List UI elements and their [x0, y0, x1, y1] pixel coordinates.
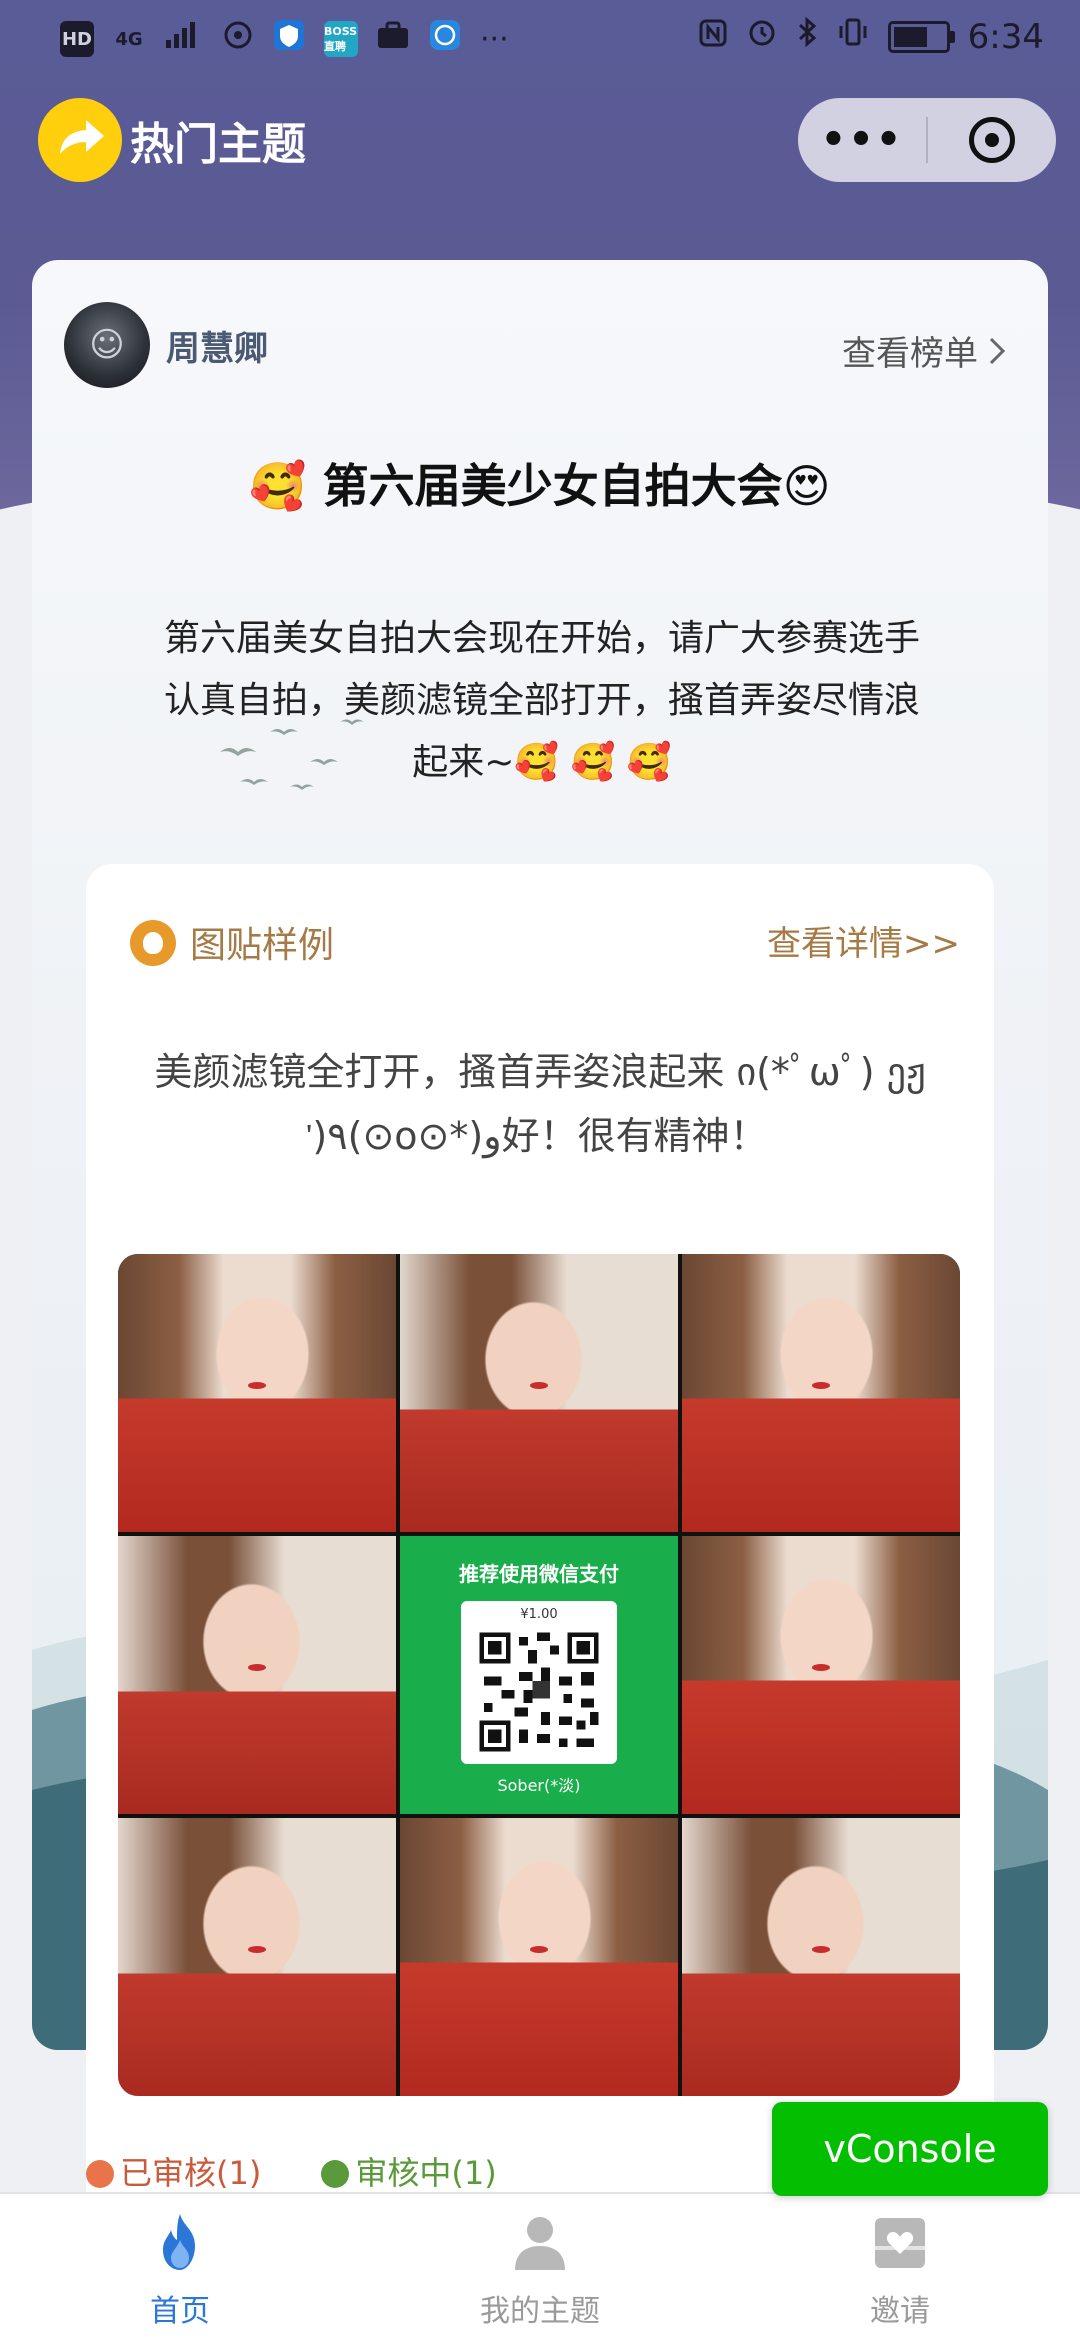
tab-invite-label: 邀请	[870, 2294, 930, 2329]
battery-icon	[887, 20, 955, 53]
orange-icon	[130, 920, 176, 966]
qr-title: 推荐使用微信支付	[459, 1562, 619, 1586]
sample-text: 美颜滤镜全打开，搔首弄姿浪起来 ი(*ﾟωﾟ) ეჟ ᡃ)٩(⊙o⊙*)و好！很…	[154, 1050, 926, 1158]
nfc-icon	[698, 17, 728, 57]
reviewing-label: 审核中(1)	[355, 2154, 497, 2192]
tab-home[interactable]: 首页	[0, 2194, 360, 2342]
boss-app-icon: BOSS直聘	[324, 21, 358, 57]
event-title: 🥰 第六届美少女自拍大会😍	[249, 459, 831, 513]
photo-3[interactable]	[682, 1254, 960, 1532]
more-button[interactable]: •••	[798, 98, 926, 182]
tab-my-topics[interactable]: 我的主题	[360, 2194, 720, 2342]
reviewing-tag[interactable]: 审核中(1)	[321, 2148, 497, 2194]
mini-program-capsule: •••	[798, 98, 1056, 182]
qr-payee-name: Sober(*淡)	[497, 1776, 581, 1795]
photo-1[interactable]	[118, 1254, 396, 1532]
target-icon	[969, 117, 1015, 163]
shield-icon	[272, 18, 306, 60]
view-ranking-label: 查看榜单	[842, 334, 978, 374]
status-bar: HD 4G BOSS直聘 ··· 6:34	[0, 0, 1080, 76]
clock-icon	[321, 2160, 350, 2188]
tab-bar: 首页 我的主题 邀请	[0, 2192, 1080, 2342]
app-logo-icon	[38, 98, 122, 182]
payment-qr-tile[interactable]: 推荐使用微信支付 ¥1.00 Sober(*淡)	[400, 1536, 678, 1814]
tab-invite[interactable]: 邀请	[720, 2194, 1080, 2342]
tab-my-topics-label: 我的主题	[480, 2294, 600, 2329]
photo-4[interactable]	[118, 1536, 396, 1814]
vibrate-icon	[836, 16, 870, 57]
view-details-link[interactable]: 查看详情>>	[767, 916, 960, 965]
photo-8[interactable]	[400, 1818, 678, 2096]
network-badge: 4G	[115, 28, 143, 50]
close-button[interactable]	[928, 117, 1056, 163]
birds-decoration-icon	[220, 719, 364, 790]
status-left: HD 4G BOSS直聘 ···	[60, 18, 509, 60]
status-right: 6:34	[698, 16, 1044, 57]
alarm-icon	[746, 16, 778, 57]
qr-card: ¥1.00	[461, 1601, 617, 1764]
app-notification-icon	[222, 19, 254, 59]
approved-label: 已审核(1)	[120, 2154, 262, 2192]
photo-7[interactable]	[118, 1818, 396, 2096]
qr-code-icon	[475, 1628, 603, 1756]
signal-icon	[164, 20, 204, 58]
more-notifications: ···	[480, 21, 509, 57]
sample-card: 图贴样例 查看详情>> 美颜滤镜全打开，搔首弄姿浪起来 ი(*ﾟωﾟ) ეჟ ᡃ…	[86, 864, 994, 2264]
page-title: 热门主题	[130, 119, 306, 170]
photo-grid[interactable]: 推荐使用微信支付 ¥1.00 Sober(*淡)	[118, 1254, 960, 2096]
photo-6[interactable]	[682, 1536, 960, 1814]
qr-price: ¥1.00	[520, 1607, 558, 1622]
vconsole-button[interactable]: vConsole	[772, 2102, 1048, 2196]
person-icon	[86, 2160, 114, 2188]
avatar[interactable]: ☺	[64, 302, 150, 388]
photo-2[interactable]	[400, 1254, 678, 1532]
author-name[interactable]: 周慧卿	[166, 321, 268, 370]
approved-tag[interactable]: 已审核(1)	[86, 2148, 261, 2194]
user-icon	[515, 2217, 565, 2270]
hd-badge: HD	[60, 21, 94, 57]
author-row[interactable]: ☺ 周慧卿	[64, 302, 268, 388]
chevron-right-icon	[989, 337, 1006, 364]
bluetooth-icon	[796, 16, 818, 57]
tab-home-label: 首页	[150, 2294, 210, 2329]
flame-icon	[163, 2214, 195, 2270]
sample-label: 图贴样例	[190, 925, 335, 966]
gift-heart-icon	[875, 2218, 925, 2268]
view-ranking-link[interactable]: 查看榜单	[842, 326, 1006, 375]
clock-time: 6:34	[967, 16, 1044, 57]
briefcase-icon	[376, 20, 410, 58]
compass-app-icon	[428, 18, 462, 60]
review-status-tags: 已审核(1) 审核中(1)	[86, 2148, 497, 2194]
photo-9[interactable]	[682, 1818, 960, 2096]
